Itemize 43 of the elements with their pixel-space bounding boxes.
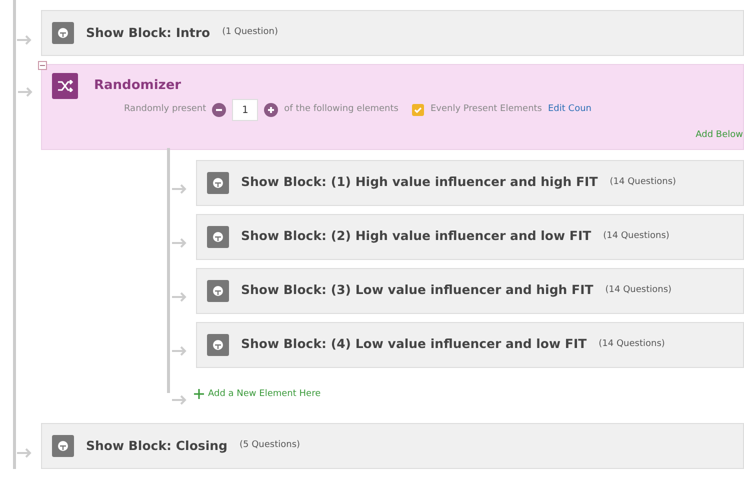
block-icon	[52, 22, 74, 44]
block-icon	[52, 435, 74, 457]
evenly-label: Evenly Present Elements	[430, 103, 542, 116]
collapse-icon[interactable]	[38, 61, 47, 70]
plus-icon	[194, 389, 204, 400]
arrow-icon	[172, 237, 188, 250]
block-icon	[207, 226, 229, 248]
block-icon	[207, 280, 229, 302]
block-title: Show Block: Intro	[86, 24, 210, 42]
block-row[interactable]: Show Block: (4) Low value influencer and low FIT (14 Questions)	[196, 322, 744, 368]
block-row[interactable]: Show Block: Closing (5 Questions)	[41, 423, 744, 469]
edit-count-link[interactable]: Edit Coun	[548, 103, 592, 117]
question-count: (14 Questions)	[598, 338, 665, 351]
present-suffix: of the following elements	[284, 103, 398, 116]
minus-button[interactable]	[212, 103, 226, 117]
arrow-icon	[172, 394, 188, 406]
block-title: Show Block: (3) Low value influencer and high FIT	[241, 281, 594, 300]
block-icon	[207, 334, 229, 356]
question-count: (14 Questions)	[603, 230, 670, 243]
shuffle-icon	[52, 73, 78, 99]
question-count: (14 Questions)	[605, 284, 672, 297]
block-row[interactable]: Show Block: (2) High value influencer and low FIT (14 Questions)	[196, 214, 744, 260]
arrow-icon	[18, 86, 34, 98]
present-label: Randomly present	[124, 103, 206, 116]
randomizer-title: Randomizer	[94, 77, 182, 96]
add-element-link[interactable]: Add a New Element Here	[194, 388, 321, 401]
block-row[interactable]: Show Block: (3) Low value influencer and high FIT (14 Questions)	[196, 268, 744, 314]
block-row[interactable]: Show Block: (1) High value influencer and high FIT (14 Questions)	[196, 160, 744, 206]
block-title: Show Block: (4) Low value influencer and low FIT	[241, 335, 587, 354]
question-count: (1 Question)	[222, 26, 278, 40]
block-icon	[207, 172, 229, 194]
question-count: (5 Questions)	[239, 439, 300, 452]
count-field[interactable]: 1	[232, 99, 258, 121]
arrow-icon	[172, 183, 188, 196]
block-title: Show Block: (1) High value influencer and high FIT	[241, 173, 598, 192]
arrow-icon	[172, 345, 188, 358]
block-title: Show Block: (2) High value influencer and low FIT	[241, 227, 592, 246]
block-title: Show Block: Closing	[86, 436, 228, 455]
arrow-icon	[172, 291, 188, 304]
block-row[interactable]: Show Block: Intro (1 Question)	[41, 10, 744, 56]
plus-button[interactable]	[264, 103, 278, 117]
evenly-checkbox[interactable]	[412, 104, 424, 116]
question-count: (14 Questions)	[610, 176, 676, 189]
